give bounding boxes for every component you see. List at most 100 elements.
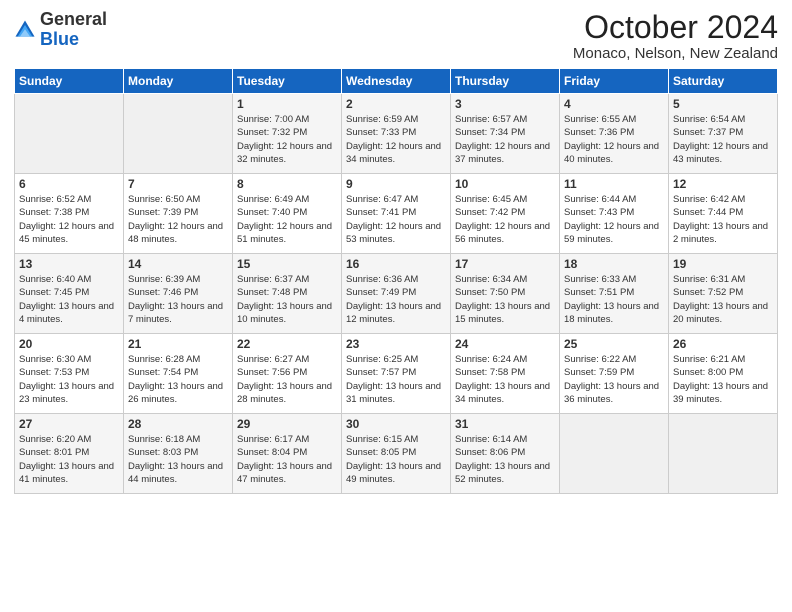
day-info: Sunrise: 6:47 AMSunset: 7:41 PMDaylight:…	[346, 193, 446, 246]
day-info: Sunrise: 6:25 AMSunset: 7:57 PMDaylight:…	[346, 353, 446, 406]
day-number: 17	[455, 257, 555, 271]
calendar-cell-w5-d5: 31Sunrise: 6:14 AMSunset: 8:06 PMDayligh…	[451, 414, 560, 494]
day-number: 12	[673, 177, 773, 191]
calendar-cell-w4-d4: 23 Sunrise: 6:25 AMSunset: 7:57 PMDayligh…	[342, 334, 451, 414]
day-info: Sunrise: 6:20 AMSunset: 8:01 PMDaylight:…	[19, 433, 119, 486]
day-info: Sunrise: 6:27 AMSunset: 7:56 PMDaylight:…	[237, 353, 337, 406]
day-number: 28	[128, 417, 228, 431]
col-thursday: Thursday	[451, 69, 560, 94]
calendar-week-2: 6Sunrise: 6:52 AMSunset: 7:38 PMDaylight…	[15, 174, 778, 254]
title-block: October 2024 Monaco, Nelson, New Zealand	[573, 10, 778, 62]
day-info: Sunrise: 7:00 AMSunset: 7:32 PMDaylight:…	[237, 113, 337, 166]
day-number: 22	[237, 337, 337, 351]
day-number: 23	[346, 337, 446, 351]
calendar-cell-w5-d3: 29 Sunrise: 6:17 AMSunset: 8:04 PMDayligh…	[233, 414, 342, 494]
day-info: Sunrise: 6:37 AMSunset: 7:48 PMDaylight:…	[237, 273, 337, 326]
calendar-cell-w4-d5: 24Sunrise: 6:24 AMSunset: 7:58 PMDayligh…	[451, 334, 560, 414]
calendar-cell-w2-d7: 12 Sunrise: 6:42 AMSunset: 7:44 PMDayligh…	[669, 174, 778, 254]
calendar-cell-w4-d6: 25 Sunrise: 6:22 AMSunset: 7:59 PMDayligh…	[560, 334, 669, 414]
day-number: 31	[455, 417, 555, 431]
day-info: Sunrise: 6:28 AMSunset: 7:54 PMDaylight:…	[128, 353, 228, 406]
day-info: Sunrise: 6:50 AMSunset: 7:39 PMDaylight:…	[128, 193, 228, 246]
calendar-cell-w1-d5: 3 Sunrise: 6:57 AMSunset: 7:34 PMDaylight…	[451, 94, 560, 174]
logo-general: General	[40, 9, 107, 29]
day-number: 6	[19, 177, 119, 191]
calendar-cell-w1-d4: 2 Sunrise: 6:59 AMSunset: 7:33 PMDaylight…	[342, 94, 451, 174]
calendar-cell-w5-d6	[560, 414, 669, 494]
day-info: Sunrise: 6:44 AMSunset: 7:43 PMDaylight:…	[564, 193, 664, 246]
calendar-cell-w5-d2: 28 Sunrise: 6:18 AMSunset: 8:03 PMDayligh…	[124, 414, 233, 494]
logo-icon	[14, 19, 36, 41]
day-number: 21	[128, 337, 228, 351]
day-number: 2	[346, 97, 446, 111]
col-sunday: Sunday	[15, 69, 124, 94]
logo: General Blue	[14, 10, 107, 50]
day-info: Sunrise: 6:39 AMSunset: 7:46 PMDaylight:…	[128, 273, 228, 326]
day-number: 24	[455, 337, 555, 351]
day-info: Sunrise: 6:31 AMSunset: 7:52 PMDaylight:…	[673, 273, 773, 326]
calendar-cell-w4-d2: 21 Sunrise: 6:28 AMSunset: 7:54 PMDayligh…	[124, 334, 233, 414]
title-month: October 2024	[573, 10, 778, 45]
day-info: Sunrise: 6:22 AMSunset: 7:59 PMDaylight:…	[564, 353, 664, 406]
day-info: Sunrise: 6:33 AMSunset: 7:51 PMDaylight:…	[564, 273, 664, 326]
calendar: Sunday Monday Tuesday Wednesday Thursday…	[14, 68, 778, 494]
calendar-cell-w2-d5: 10 Sunrise: 6:45 AMSunset: 7:42 PMDayligh…	[451, 174, 560, 254]
day-number: 8	[237, 177, 337, 191]
day-number: 26	[673, 337, 773, 351]
day-number: 15	[237, 257, 337, 271]
day-info: Sunrise: 6:34 AMSunset: 7:50 PMDaylight:…	[455, 273, 555, 326]
calendar-cell-w4-d7: 26Sunrise: 6:21 AMSunset: 8:00 PMDayligh…	[669, 334, 778, 414]
col-saturday: Saturday	[669, 69, 778, 94]
day-number: 1	[237, 97, 337, 111]
col-monday: Monday	[124, 69, 233, 94]
day-number: 5	[673, 97, 773, 111]
calendar-cell-w1-d1	[15, 94, 124, 174]
day-number: 11	[564, 177, 664, 191]
page: General Blue October 2024 Monaco, Nelson…	[0, 0, 792, 612]
calendar-cell-w3-d7: 19 Sunrise: 6:31 AMSunset: 7:52 PMDayligh…	[669, 254, 778, 334]
calendar-cell-w2-d1: 6Sunrise: 6:52 AMSunset: 7:38 PMDaylight…	[15, 174, 124, 254]
calendar-cell-w3-d6: 18Sunrise: 6:33 AMSunset: 7:51 PMDayligh…	[560, 254, 669, 334]
day-number: 29	[237, 417, 337, 431]
day-info: Sunrise: 6:57 AMSunset: 7:34 PMDaylight:…	[455, 113, 555, 166]
calendar-cell-w4-d1: 20 Sunrise: 6:30 AMSunset: 7:53 PMDayligh…	[15, 334, 124, 414]
calendar-week-5: 27 Sunrise: 6:20 AMSunset: 8:01 PMDayligh…	[15, 414, 778, 494]
calendar-cell-w1-d3: 1 Sunrise: 7:00 AMSunset: 7:32 PMDaylight…	[233, 94, 342, 174]
day-info: Sunrise: 6:36 AMSunset: 7:49 PMDaylight:…	[346, 273, 446, 326]
day-info: Sunrise: 6:45 AMSunset: 7:42 PMDaylight:…	[455, 193, 555, 246]
day-number: 3	[455, 97, 555, 111]
calendar-cell-w3-d3: 15 Sunrise: 6:37 AMSunset: 7:48 PMDayligh…	[233, 254, 342, 334]
col-friday: Friday	[560, 69, 669, 94]
calendar-cell-w3-d2: 14 Sunrise: 6:39 AMSunset: 7:46 PMDayligh…	[124, 254, 233, 334]
day-number: 19	[673, 257, 773, 271]
logo-text: General Blue	[40, 10, 107, 50]
day-info: Sunrise: 6:17 AMSunset: 8:04 PMDaylight:…	[237, 433, 337, 486]
calendar-cell-w5-d1: 27 Sunrise: 6:20 AMSunset: 8:01 PMDayligh…	[15, 414, 124, 494]
day-info: Sunrise: 6:30 AMSunset: 7:53 PMDaylight:…	[19, 353, 119, 406]
day-info: Sunrise: 6:49 AMSunset: 7:40 PMDaylight:…	[237, 193, 337, 246]
calendar-cell-w3-d4: 16Sunrise: 6:36 AMSunset: 7:49 PMDayligh…	[342, 254, 451, 334]
day-number: 7	[128, 177, 228, 191]
day-number: 20	[19, 337, 119, 351]
calendar-cell-w5-d4: 30Sunrise: 6:15 AMSunset: 8:05 PMDayligh…	[342, 414, 451, 494]
day-info: Sunrise: 6:18 AMSunset: 8:03 PMDaylight:…	[128, 433, 228, 486]
day-info: Sunrise: 6:54 AMSunset: 7:37 PMDaylight:…	[673, 113, 773, 166]
day-info: Sunrise: 6:15 AMSunset: 8:05 PMDaylight:…	[346, 433, 446, 486]
day-number: 10	[455, 177, 555, 191]
day-number: 13	[19, 257, 119, 271]
day-number: 9	[346, 177, 446, 191]
calendar-cell-w4-d3: 22 Sunrise: 6:27 AMSunset: 7:56 PMDayligh…	[233, 334, 342, 414]
col-tuesday: Tuesday	[233, 69, 342, 94]
calendar-week-4: 20 Sunrise: 6:30 AMSunset: 7:53 PMDayligh…	[15, 334, 778, 414]
day-info: Sunrise: 6:40 AMSunset: 7:45 PMDaylight:…	[19, 273, 119, 326]
calendar-cell-w2-d4: 9 Sunrise: 6:47 AMSunset: 7:41 PMDaylight…	[342, 174, 451, 254]
day-number: 4	[564, 97, 664, 111]
calendar-week-1: 1 Sunrise: 7:00 AMSunset: 7:32 PMDaylight…	[15, 94, 778, 174]
day-number: 25	[564, 337, 664, 351]
calendar-cell-w2-d3: 8 Sunrise: 6:49 AMSunset: 7:40 PMDaylight…	[233, 174, 342, 254]
day-number: 27	[19, 417, 119, 431]
calendar-cell-w1-d7: 5 Sunrise: 6:54 AMSunset: 7:37 PMDaylight…	[669, 94, 778, 174]
day-info: Sunrise: 6:42 AMSunset: 7:44 PMDaylight:…	[673, 193, 773, 246]
day-number: 14	[128, 257, 228, 271]
day-info: Sunrise: 6:59 AMSunset: 7:33 PMDaylight:…	[346, 113, 446, 166]
